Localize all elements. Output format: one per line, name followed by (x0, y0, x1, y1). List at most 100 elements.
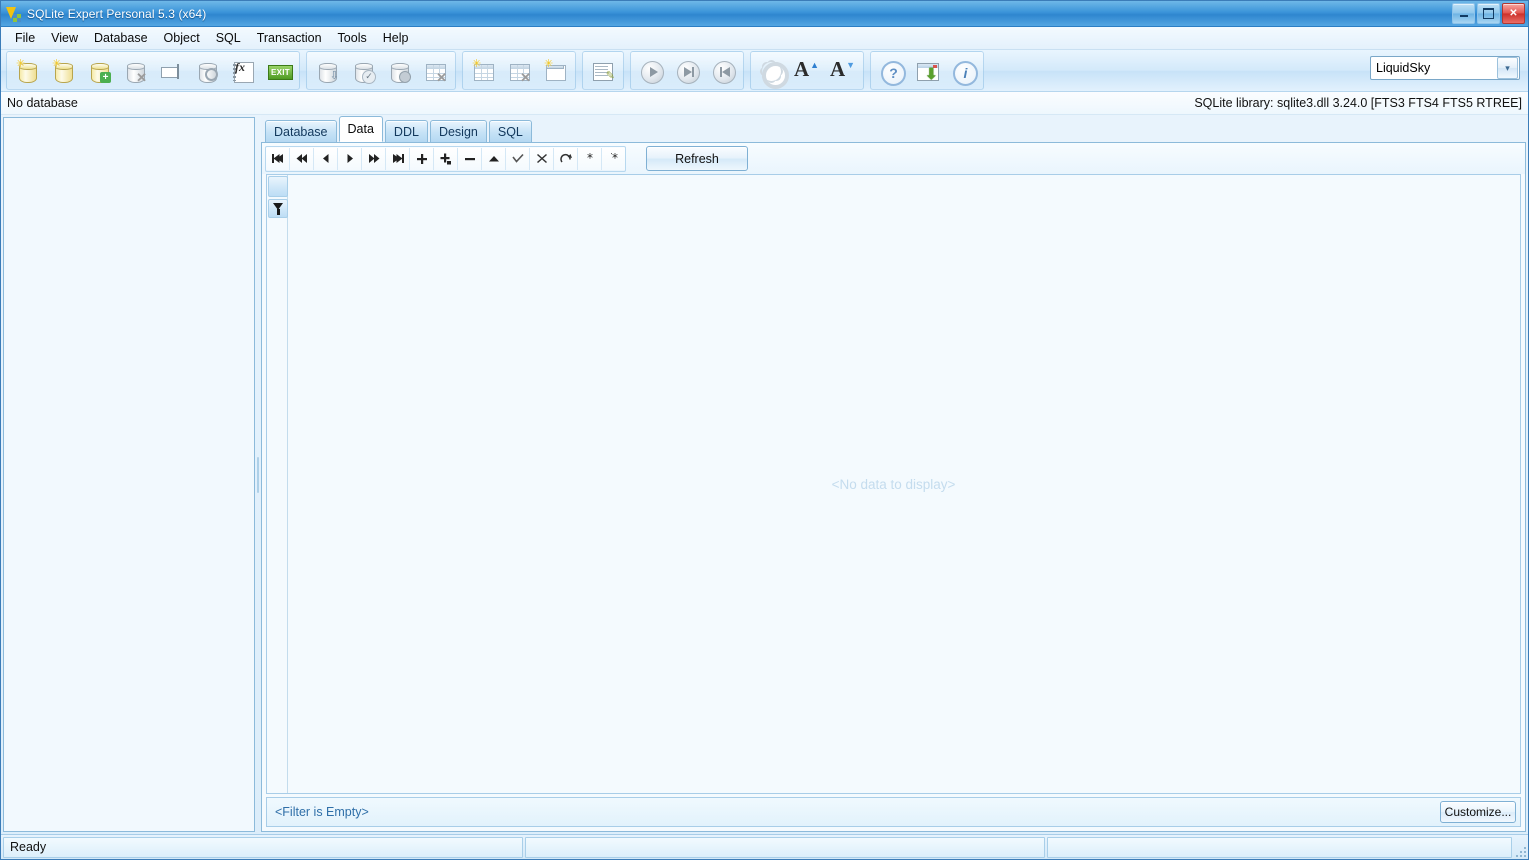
toolbar-database-group: ✳ ✳ + ✕ fx EXIT (6, 51, 300, 90)
rename-database-button[interactable] (153, 53, 189, 88)
sql-editor-icon: ✎ (590, 58, 616, 84)
play-to-end-icon (674, 58, 700, 84)
tab-database-label: Database (274, 124, 328, 139)
database-attach-icon (194, 58, 220, 84)
toolbar-help-group: ? ⬇ i (870, 51, 984, 90)
svg-text:*: * (611, 153, 618, 165)
status-panel-3 (1047, 836, 1512, 858)
last-record-button[interactable] (386, 147, 410, 170)
minimize-button[interactable] (1452, 3, 1475, 24)
database-open-icon: ✳ (14, 58, 40, 84)
record-navigator-group: * ' * (265, 145, 626, 172)
pane-splitter[interactable] (255, 115, 261, 834)
check-updates-button[interactable]: ⬇ (909, 53, 945, 88)
execute-step-button[interactable] (669, 53, 705, 88)
sqlite-expert-logo-icon (6, 6, 22, 22)
close-button[interactable]: ✕ (1502, 3, 1525, 24)
attach-database-button[interactable] (189, 53, 225, 88)
execute-rewind-button[interactable] (705, 53, 741, 88)
new-database-button[interactable]: + (81, 53, 117, 88)
tab-data[interactable]: Data (338, 116, 383, 142)
filter-status-text[interactable]: <Filter is Empty> (275, 805, 369, 819)
svg-text:*: * (586, 153, 593, 165)
new-sql-tab-button[interactable]: ✎ (585, 53, 621, 88)
menu-file[interactable]: File (7, 29, 43, 47)
filter-funnel-icon (272, 202, 284, 215)
refresh-button[interactable]: Refresh (646, 146, 748, 171)
clear-value-button[interactable]: * (578, 147, 602, 170)
next-record-button[interactable] (338, 147, 362, 170)
exit-button[interactable]: EXIT (261, 53, 297, 88)
execute-sql-button[interactable] (633, 53, 669, 88)
tab-database[interactable]: Database (265, 120, 337, 142)
tab-ddl[interactable]: DDL (384, 120, 428, 142)
database-properties-icon (386, 58, 412, 84)
filter-bar[interactable]: <Filter is Empty> Customize... (266, 797, 1521, 827)
prior-record-button[interactable] (314, 147, 338, 170)
options-button[interactable] (753, 53, 789, 89)
post-edit-button[interactable] (506, 147, 530, 170)
open-database-button[interactable]: ✳ (9, 53, 45, 88)
function-editor-button[interactable]: fx (225, 53, 261, 88)
function-fx-icon: fx (230, 58, 256, 84)
backup-database-button[interactable]: ⇩ (309, 53, 345, 88)
increase-font-button[interactable]: A ▲ (789, 53, 825, 88)
exit-icon: EXIT (266, 58, 293, 84)
customize-filter-button[interactable]: Customize... (1440, 801, 1516, 823)
drop-tables-button[interactable]: ✕ (417, 53, 453, 88)
chevron-down-icon[interactable]: ▾ (1497, 57, 1518, 79)
insert-record-button[interactable] (410, 147, 434, 170)
menu-tools[interactable]: Tools (330, 29, 375, 47)
tab-sql[interactable]: SQL (488, 120, 532, 142)
check-integrity-button[interactable]: ✓ (345, 53, 381, 88)
font-increase-icon: A ▲ (794, 56, 819, 81)
database-tree-pane[interactable] (3, 117, 255, 832)
status-panel-2 (525, 836, 1045, 858)
next-page-button[interactable] (362, 147, 386, 170)
toolbar-execute-group (630, 51, 744, 90)
info-icon: i (950, 58, 978, 86)
menu-object[interactable]: Object (156, 29, 208, 47)
new-view-button[interactable]: ✳ (537, 53, 573, 88)
new-table-button[interactable]: ✳ (465, 53, 501, 88)
prior-page-button[interactable] (290, 147, 314, 170)
menu-help[interactable]: Help (375, 29, 417, 47)
refresh-record-button[interactable] (554, 147, 578, 170)
edit-record-button[interactable] (482, 147, 506, 170)
delete-record-button[interactable] (458, 147, 482, 170)
theme-selector[interactable]: LiquidSky ▾ (1370, 56, 1520, 80)
data-grid-body (267, 175, 1520, 793)
tab-sql-label: SQL (497, 124, 523, 139)
tab-data-label: Data (347, 122, 374, 136)
help-button[interactable]: ? (873, 53, 909, 88)
database-recent-icon: ✳ (50, 58, 76, 84)
about-button[interactable]: i (945, 53, 981, 88)
application-window: SQLite Expert Personal 5.3 (x64) ✕ File … (0, 0, 1529, 860)
decrease-font-button[interactable]: A ▼ (825, 53, 861, 88)
resize-gripper-icon[interactable] (1513, 844, 1526, 857)
menu-sql[interactable]: SQL (208, 29, 249, 47)
recent-database-button[interactable]: ✳ (45, 53, 81, 88)
close-database-button[interactable]: ✕ (117, 53, 153, 88)
set-null-button[interactable]: ' * (602, 147, 625, 170)
main-body: Database Data DDL Design SQL * ' * Refre… (1, 115, 1528, 834)
duplicate-record-button[interactable] (434, 147, 458, 170)
database-backup-icon: ⇩ (314, 58, 340, 84)
menu-transaction[interactable]: Transaction (249, 29, 330, 47)
table-delete-icon: ✕ (506, 58, 532, 84)
menu-view[interactable]: View (43, 29, 86, 47)
maximize-button[interactable] (1477, 3, 1500, 24)
tab-design[interactable]: Design (429, 120, 487, 142)
data-grid[interactable]: <No data to display> (266, 174, 1521, 794)
toolbar-table-group: ✳ ✕ ✳ (462, 51, 576, 90)
database-properties-button[interactable] (381, 53, 417, 88)
view-new-icon: ✳ (542, 58, 568, 84)
delete-table-button[interactable]: ✕ (501, 53, 537, 88)
first-record-button[interactable] (266, 147, 290, 170)
status-bar: Ready (1, 834, 1528, 859)
grid-header-corner[interactable] (268, 176, 288, 197)
grid-filter-row-button[interactable] (268, 199, 288, 218)
cancel-edit-button[interactable] (530, 147, 554, 170)
menu-database[interactable]: Database (86, 29, 156, 47)
data-tab-panel: * ' * Refresh <No data to display> <Filt… (261, 143, 1526, 832)
